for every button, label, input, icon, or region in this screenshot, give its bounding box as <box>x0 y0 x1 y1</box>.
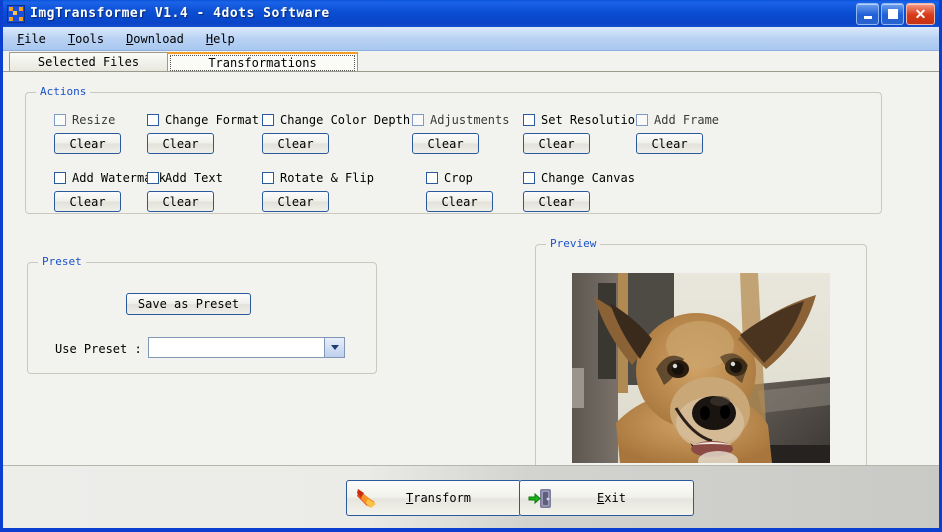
checkbox-adjustments[interactable] <box>412 114 424 126</box>
transform-button-label: Transform <box>405 491 472 505</box>
preview-group-legend: Preview <box>546 237 601 250</box>
exit-door-icon <box>528 486 554 510</box>
use-preset-combobox[interactable] <box>148 337 345 358</box>
action-add-frame: Add Frame Clear <box>636 113 719 154</box>
label-crop: Crop <box>444 171 473 185</box>
use-preset-label: Use Preset : <box>55 342 142 356</box>
checkbox-set-resolution[interactable] <box>523 114 535 126</box>
tab-panel-transformations: Actions Resize Clear Change Format Clear <box>3 71 939 465</box>
action-change-canvas: Change Canvas Clear <box>523 171 635 212</box>
clear-button-add-frame[interactable]: Clear <box>636 133 703 154</box>
checkbox-rotate-flip[interactable] <box>262 172 274 184</box>
clear-button-rotate-flip[interactable]: Clear <box>262 191 329 212</box>
tab-strip: Selected Files Transformations <box>3 51 939 71</box>
action-rotate-flip: Rotate & Flip Clear <box>262 171 374 212</box>
clear-button-crop[interactable]: Clear <box>426 191 493 212</box>
menu-file[interactable]: File <box>17 32 46 46</box>
clear-button-change-canvas[interactable]: Clear <box>523 191 590 212</box>
checkbox-change-format[interactable] <box>147 114 159 126</box>
action-set-resolution: Set Resolution Clear <box>523 113 642 154</box>
checkbox-add-frame[interactable] <box>636 114 648 126</box>
clear-button-resize[interactable]: Clear <box>54 133 121 154</box>
menu-bar: File Tools Download Help <box>3 27 939 51</box>
window-controls: ✕ <box>856 3 935 25</box>
minimize-button[interactable] <box>856 3 879 25</box>
chevron-down-icon[interactable] <box>324 338 344 357</box>
clear-button-adjustments[interactable]: Clear <box>412 133 479 154</box>
tab-selected-files[interactable]: Selected Files <box>9 52 168 71</box>
label-rotate-flip: Rotate & Flip <box>280 171 374 185</box>
tab-selected-files-label: Selected Files <box>37 55 140 69</box>
preview-group: Preview <box>535 237 867 465</box>
footer-bar: Transform Exit <box>3 465 939 528</box>
title-bar[interactable]: ImgTransformer V1.4 - 4dots Software ✕ <box>3 0 939 27</box>
preset-group-legend: Preset <box>38 255 86 268</box>
label-adjustments: Adjustments <box>430 113 510 127</box>
window-title: ImgTransformer V1.4 - 4dots Software <box>30 6 330 21</box>
clear-button-set-resolution[interactable]: Clear <box>523 133 590 154</box>
dog-photo-icon <box>572 273 830 463</box>
checkbox-add-text[interactable] <box>147 172 159 184</box>
close-button[interactable]: ✕ <box>906 3 935 25</box>
clear-button-change-color-depth[interactable]: Clear <box>262 133 329 154</box>
menu-tools[interactable]: Tools <box>68 32 104 46</box>
action-adjustments: Adjustments Clear <box>412 113 509 154</box>
maximize-button[interactable] <box>881 3 904 25</box>
label-add-frame: Add Frame <box>654 113 720 127</box>
menu-download[interactable]: Download <box>126 32 184 46</box>
action-resize: Resize Clear <box>54 113 121 154</box>
exit-button-label: Exit <box>597 491 626 505</box>
app-dots-icon <box>7 4 25 23</box>
label-resize: Resize <box>72 113 116 127</box>
flame-arrow-icon <box>355 486 381 510</box>
checkbox-change-canvas[interactable] <box>523 172 535 184</box>
checkbox-resize[interactable] <box>54 114 66 126</box>
action-crop: Crop Clear <box>426 171 493 212</box>
action-change-color-depth: Change Color Depth Clear <box>262 113 410 154</box>
checkbox-change-color-depth[interactable] <box>262 114 274 126</box>
label-set-resolution: Set Resolution <box>541 113 643 127</box>
actions-group-legend: Actions <box>36 85 91 98</box>
preset-group: Preset Save as Preset Use Preset : <box>27 255 377 374</box>
clear-button-change-format[interactable]: Clear <box>147 133 214 154</box>
clear-button-add-watermark[interactable]: Clear <box>54 191 121 212</box>
save-as-preset-button[interactable]: Save as Preset <box>126 293 251 315</box>
label-add-text: Add Text <box>165 171 223 185</box>
action-change-format: Change Format Clear <box>147 113 259 154</box>
preview-image <box>572 273 830 463</box>
actions-group: Actions Resize Clear Change Format Clear <box>25 85 882 214</box>
checkbox-crop[interactable] <box>426 172 438 184</box>
application-window: ImgTransformer V1.4 - 4dots Software ✕ F… <box>0 0 942 532</box>
label-change-color-depth: Change Color Depth <box>280 113 411 127</box>
label-change-format: Change Format <box>165 113 259 127</box>
exit-button[interactable]: Exit <box>519 480 694 516</box>
label-change-canvas: Change Canvas <box>541 171 635 185</box>
tab-focus-rect <box>170 55 355 71</box>
tab-transformations[interactable]: Transformations <box>167 52 358 71</box>
checkbox-add-watermark[interactable] <box>54 172 66 184</box>
transform-button[interactable]: Transform <box>346 480 521 516</box>
menu-help[interactable]: Help <box>206 32 235 46</box>
action-add-text: Add Text Clear <box>147 171 223 212</box>
clear-button-add-text[interactable]: Clear <box>147 191 214 212</box>
